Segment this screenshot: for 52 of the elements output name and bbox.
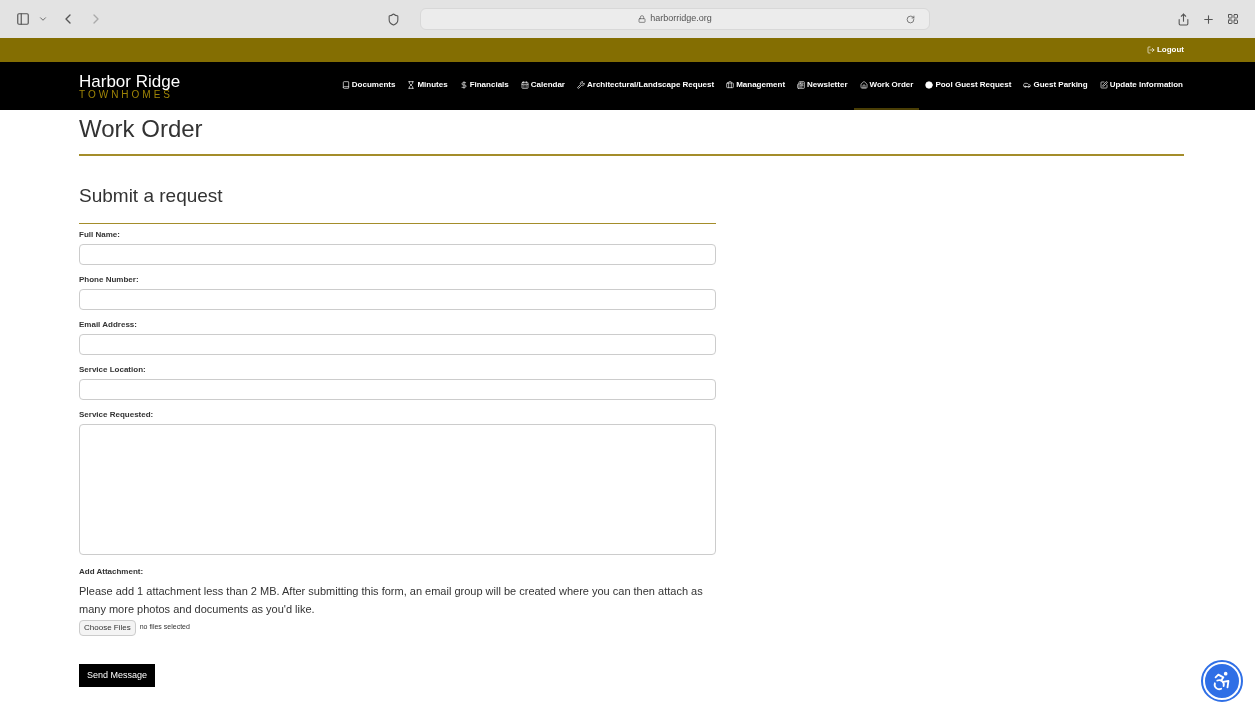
- choose-files-button[interactable]: Choose Files: [79, 619, 136, 636]
- share-icon[interactable]: [1177, 12, 1190, 26]
- nav-link[interactable]: Update Information: [1093, 62, 1189, 110]
- brand-subtitle: TOWNHOMES: [79, 89, 174, 100]
- input-field[interactable]: [79, 333, 716, 355]
- newspaper-icon: [797, 81, 806, 89]
- page-title: Work Order: [79, 114, 204, 144]
- nav-link[interactable]: Minutes: [401, 62, 454, 110]
- book-icon: [341, 81, 350, 89]
- field-label: Add Attachment:: [79, 565, 145, 578]
- car-icon: [1023, 81, 1032, 89]
- home-icon: [859, 81, 868, 89]
- brand-name: Harbor Ridge: [79, 72, 181, 90]
- wrench-icon: [577, 81, 585, 89]
- input-field[interactable]: [79, 378, 716, 400]
- nav-link[interactable]: Calendar: [514, 62, 571, 110]
- field-label: Full Name:: [79, 230, 121, 239]
- nav-link[interactable]: Architectural/Landscape Request: [571, 62, 721, 110]
- sidebar-icon[interactable]: [16, 12, 30, 26]
- attachment-note: Please add 1 attachment less than 2 MB. After submitting this form, an email group will be created where you can then attach as many more photos and documents as you'd like.: [79, 583, 704, 617]
- send-message-button[interactable]: Send Message: [79, 663, 156, 687]
- form-heading: Submit a request: [79, 184, 224, 208]
- circle-icon: [925, 81, 934, 89]
- address-bar[interactable]: harborridge.org: [420, 8, 930, 30]
- tabs-grid-icon[interactable]: [1227, 13, 1239, 25]
- nav-link[interactable]: Management: [720, 62, 792, 110]
- edit-icon: [1099, 81, 1108, 89]
- accessibility-button[interactable]: [1203, 662, 1241, 700]
- field-label: Email Address:: [79, 320, 138, 329]
- nav-link[interactable]: Pool Guest Request: [919, 62, 1018, 110]
- logout-link[interactable]: Logout: [1146, 44, 1184, 56]
- chevron-down-icon[interactable]: [38, 14, 48, 24]
- nav-link[interactable]: Work Order: [853, 62, 920, 110]
- logout-icon: [1146, 46, 1155, 54]
- reload-icon[interactable]: [906, 14, 915, 24]
- nav-link[interactable]: Newsletter: [791, 62, 854, 110]
- field-label: Service Location:: [79, 365, 147, 374]
- input-field[interactable]: [79, 288, 716, 310]
- lock-icon: [638, 15, 647, 23]
- nav-link[interactable]: Guest Parking: [1017, 62, 1094, 110]
- hourglass-icon: [407, 81, 416, 89]
- briefcase-icon: [726, 81, 735, 89]
- nav-link[interactable]: Financials: [453, 62, 515, 110]
- nav-link[interactable]: Documents: [335, 62, 402, 110]
- calendar-icon: [520, 81, 529, 89]
- dollar-icon: [459, 81, 468, 89]
- plus-icon[interactable]: [1202, 12, 1215, 26]
- input-field[interactable]: [79, 243, 716, 265]
- shield-icon[interactable]: [387, 12, 400, 26]
- field-label: Phone Number:: [79, 275, 140, 284]
- field-label: Service Requested:: [79, 410, 155, 419]
- address-text: harborridge.org: [650, 12, 712, 26]
